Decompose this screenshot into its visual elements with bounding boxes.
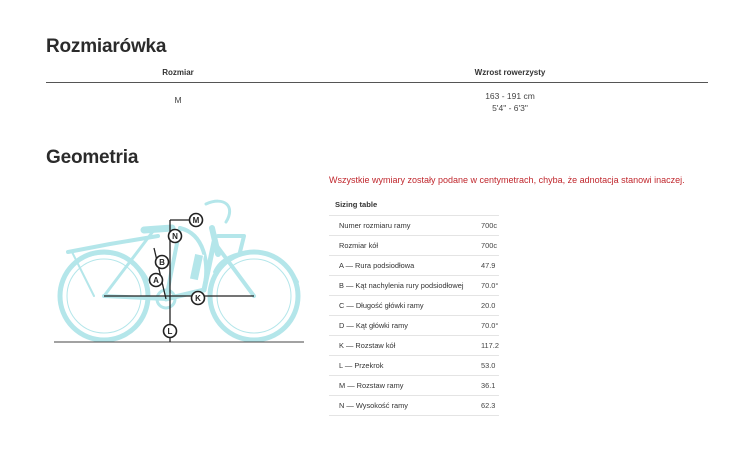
table-row: D — Kąt główki ramy 70.0° — [329, 315, 499, 336]
size-value: M — [174, 95, 182, 105]
marker-m: M — [188, 212, 204, 228]
table-row: L — Przekrok 53.0 — [329, 355, 499, 376]
row-label: L — Przekrok — [329, 355, 471, 376]
marker-b: B — [154, 254, 170, 270]
row-value: 70.0° — [471, 275, 499, 296]
sizing-title: Rozmiarówka — [46, 36, 167, 57]
row-label: M — Rozstaw ramy — [329, 375, 471, 396]
marker-n: N — [167, 228, 183, 244]
marker-k: K — [190, 290, 206, 306]
sizing-table: Rozmiar Wzrost rowerzysty M 163 - 191 cm… — [46, 64, 708, 119]
row-value: 70.0° — [471, 315, 499, 336]
row-value: 36.1 — [471, 375, 499, 396]
row-label: B — Kąt nachylenia rury podsiodłowej — [329, 275, 471, 296]
svg-text:A: A — [153, 276, 159, 285]
bike-geometry-diagram: M N B A K L — [54, 199, 304, 343]
row-value: 47.9 — [471, 255, 499, 276]
row-value: 700c — [471, 235, 499, 256]
table-row: Rozmiar kół 700c — [329, 235, 499, 256]
row-label: D — Kąt główki ramy — [329, 315, 471, 336]
table-row: M — Rozstaw ramy 36.1 — [329, 375, 499, 396]
row-value: 700c — [471, 215, 499, 236]
table-row: A — Rura podsiodłowa 47.9 — [329, 255, 499, 276]
table-row: B — Kąt nachylenia rury podsiodłowej 70.0… — [329, 275, 499, 296]
svg-text:L: L — [168, 327, 173, 336]
marker-l: L — [162, 323, 178, 339]
table-row: N — Wysokość ramy 62.3 — [329, 395, 499, 416]
row-label: K — Rozstaw kół — [329, 335, 471, 356]
height-value: 163 - 191 cm 5'4" - 6'3" — [485, 90, 535, 114]
svg-text:B: B — [159, 258, 165, 267]
marker-a: A — [148, 272, 164, 288]
table-row: C — Długość główki ramy 20.0 — [329, 295, 499, 316]
table-row: K — Rozstaw kół 117.2 — [329, 335, 499, 356]
row-value: 53.0 — [471, 355, 499, 376]
table-row: Numer rozmiaru ramy 700c — [329, 215, 499, 236]
height-column-header: Wzrost rowerzysty — [474, 68, 546, 77]
sizing-table-header: Rozmiar Wzrost rowerzysty — [46, 64, 708, 83]
row-label: C — Długość główki ramy — [329, 295, 471, 316]
row-value: 62.3 — [471, 395, 499, 416]
svg-text:N: N — [172, 232, 178, 241]
svg-text:M: M — [193, 216, 200, 225]
svg-text:K: K — [195, 294, 201, 303]
table-row: M 163 - 191 cm 5'4" - 6'3" — [46, 83, 708, 119]
row-label: Rozmiar kół — [329, 235, 471, 256]
row-label: Numer rozmiaru ramy — [329, 215, 471, 236]
row-value: 117.2 — [471, 335, 499, 356]
row-label: A — Rura podsiodłowa — [329, 255, 471, 276]
units-notice: Wszystkie wymiary zostały podane w centy… — [329, 175, 685, 185]
row-label: N — Wysokość ramy — [329, 395, 471, 416]
geometry-table: Sizing table Numer rozmiaru ramy 700c Roz… — [329, 197, 499, 416]
height-cm: 163 - 191 cm — [485, 91, 535, 101]
height-ft: 5'4" - 6'3" — [492, 103, 528, 113]
size-column-header: Rozmiar — [162, 68, 194, 77]
geometry-table-caption: Sizing table — [335, 200, 378, 209]
geometry-title: Geometria — [46, 147, 139, 168]
row-value: 20.0 — [471, 295, 499, 316]
